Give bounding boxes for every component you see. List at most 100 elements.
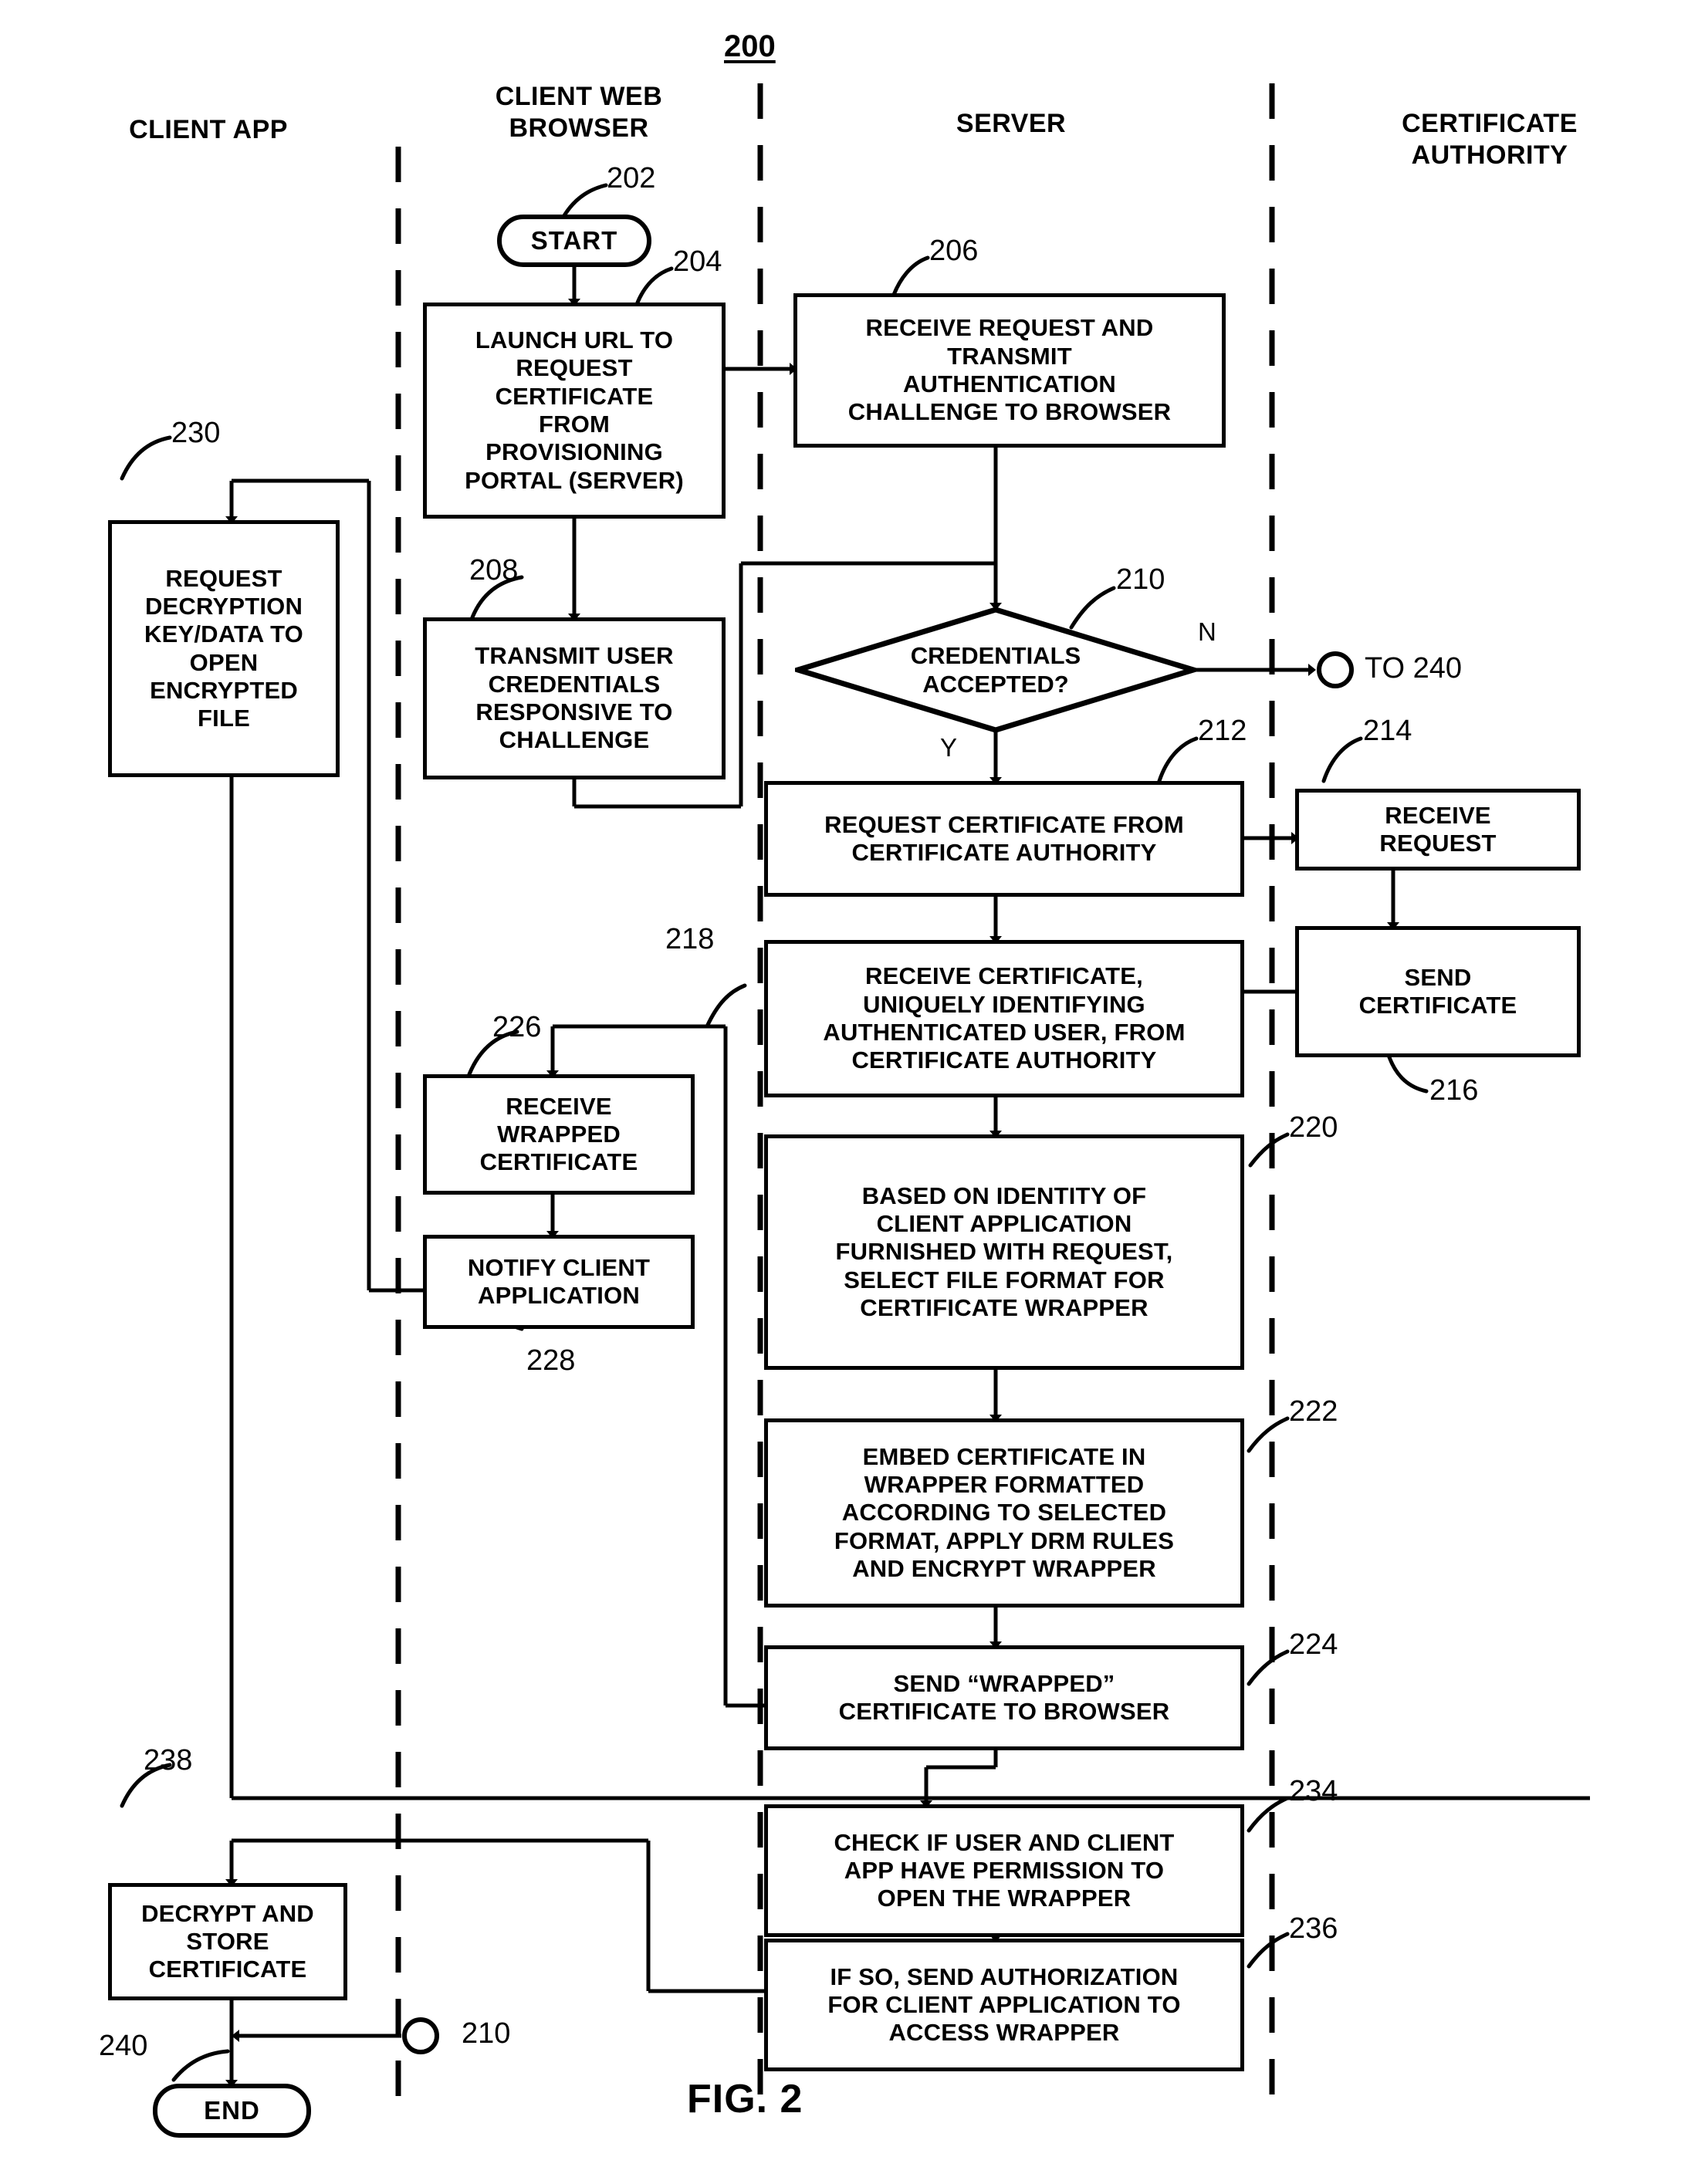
- node-end-240[interactable]: END: [153, 2084, 311, 2138]
- leader-222: [1247, 1416, 1290, 1453]
- branch-label-no: N: [1198, 617, 1216, 646]
- node-process-216[interactable]: SEND CERTIFICATE: [1295, 926, 1581, 1057]
- leader-lines: [120, 183, 1429, 2082]
- leader-230: [120, 435, 172, 481]
- node-process-226[interactable]: RECEIVE WRAPPED CERTIFICATE: [423, 1074, 695, 1195]
- node-process-220[interactable]: BASED ON IDENTITY OF CLIENT APPLICATION …: [764, 1134, 1244, 1370]
- node-220-line2: CLIENT APPLICATION: [876, 1210, 1132, 1238]
- node-208-line3: RESPONSIVE TO: [475, 698, 673, 725]
- node-220-line1: BASED ON IDENTITY OF: [861, 1182, 1147, 1209]
- node-220-line4: SELECT FILE FORMAT FOR: [844, 1266, 1165, 1293]
- edge-224-234: [920, 1750, 998, 1808]
- node-216-line2: CERTIFICATE: [1358, 992, 1517, 1019]
- leader-218: [705, 983, 747, 1029]
- node-206-line1: RECEIVE REQUEST AND: [865, 314, 1154, 342]
- offpage-connector-to-240: [1317, 651, 1354, 688]
- refnum-236: 236: [1289, 1912, 1338, 1945]
- node-222-line2: WRAPPER FORMATTED: [864, 1471, 1145, 1499]
- refnum-220: 220: [1289, 1111, 1338, 1144]
- node-204-line3: CERTIFICATE: [495, 382, 654, 410]
- node-224-line1: SEND “WRAPPED”: [893, 1669, 1115, 1697]
- leader-216: [1387, 1055, 1429, 1094]
- node-216-line1: SEND: [1404, 963, 1472, 991]
- node-process-206[interactable]: RECEIVE REQUEST AND TRANSMIT AUTHENTICAT…: [793, 293, 1226, 448]
- node-218-line1: RECEIVE CERTIFICATE,: [865, 962, 1143, 990]
- node-238-line3: CERTIFICATE: [148, 1956, 307, 1983]
- leader-240: [171, 2049, 230, 2082]
- node-206-line3: AUTHENTICATION: [902, 370, 1117, 397]
- refnum-230: 230: [171, 417, 221, 449]
- refnum-216: 216: [1429, 1074, 1479, 1107]
- node-212-line1: REQUEST CERTIFICATE FROM: [824, 810, 1184, 838]
- figure-canvas: 200 CLIENT APP CLIENT WEB BROWSER SERVER…: [0, 0, 1688, 2184]
- node-process-228[interactable]: NOTIFY CLIENT APPLICATION: [423, 1235, 695, 1329]
- node-226-line3: CERTIFICATE: [479, 1148, 638, 1176]
- refnum-208: 208: [469, 554, 519, 587]
- node-process-224[interactable]: SEND “WRAPPED” CERTIFICATE TO BROWSER: [764, 1645, 1244, 1750]
- node-228-line2: APPLICATION: [477, 1282, 640, 1309]
- node-220-line5: CERTIFICATE WRAPPER: [860, 1293, 1148, 1321]
- node-process-230[interactable]: REQUEST DECRYPTION KEY/DATA TO OPEN ENCR…: [108, 520, 340, 777]
- lane-header-ca-line1: CERTIFICATE: [1402, 109, 1578, 138]
- node-process-222[interactable]: EMBED CERTIFICATE IN WRAPPER FORMATTED A…: [764, 1418, 1244, 1608]
- node-234-line2: APP HAVE PERMISSION TO: [844, 1856, 1165, 1884]
- offpage-connector-from-210: [402, 2017, 439, 2054]
- node-process-234[interactable]: CHECK IF USER AND CLIENT APP HAVE PERMIS…: [764, 1804, 1244, 1937]
- leader-204: [635, 266, 674, 305]
- refnum-234: 234: [1289, 1775, 1338, 1807]
- figure-number-200: 200: [724, 29, 776, 63]
- node-238-line1: DECRYPT AND: [141, 1899, 314, 1927]
- node-228-line1: NOTIFY CLIENT: [467, 1253, 651, 1281]
- figure-caption: FIG. 2: [687, 2077, 803, 2121]
- node-process-214[interactable]: RECEIVE REQUEST: [1295, 789, 1581, 871]
- node-224-line2: CERTIFICATE TO BROWSER: [838, 1698, 1170, 1725]
- lane-header-client-web-browser-line1: CLIENT WEB: [495, 82, 663, 111]
- lane-header-server: SERVER: [956, 109, 1067, 138]
- node-206-line2: TRANSMIT: [947, 342, 1072, 370]
- lane-header-ca-line2: AUTHORITY: [1411, 140, 1568, 171]
- refnum-204: 204: [673, 245, 722, 278]
- lane-header-certificate-authority: CERTIFICATE AUTHORITY: [1312, 108, 1667, 172]
- node-214-line1: RECEIVE: [1385, 801, 1491, 829]
- lane-header-client-web-browser: CLIENT WEB BROWSER: [425, 81, 733, 145]
- node-process-238[interactable]: DECRYPT AND STORE CERTIFICATE: [108, 1883, 347, 2000]
- leader-236: [1247, 1932, 1290, 1969]
- refnum-210-top: 210: [1116, 563, 1165, 596]
- node-208-line1: TRANSMIT USER: [475, 642, 674, 670]
- node-238-line2: STORE: [186, 1927, 269, 1955]
- node-236-line2: FOR CLIENT APPLICATION TO: [827, 1990, 1181, 2018]
- refnum-238: 238: [144, 1744, 193, 1777]
- node-process-208[interactable]: TRANSMIT USER CREDENTIALS RESPONSIVE TO …: [423, 617, 726, 779]
- node-218-line3: AUTHENTICATED USER, FROM: [823, 1019, 1186, 1046]
- refnum-228: 228: [526, 1344, 576, 1377]
- connector-label-to-240: TO 240: [1365, 652, 1463, 685]
- node-process-236[interactable]: IF SO, SEND AUTHORIZATION FOR CLIENT APP…: [764, 1939, 1244, 2071]
- node-decision-210[interactable]: CREDENTIALS ACCEPTED?: [795, 607, 1196, 733]
- node-222-line1: EMBED CERTIFICATE IN: [862, 1442, 1146, 1470]
- node-204-line6: PORTAL (SERVER): [465, 466, 684, 494]
- node-process-218[interactable]: RECEIVE CERTIFICATE, UNIQUELY IDENTIFYIN…: [764, 940, 1244, 1097]
- refnum-206: 206: [929, 235, 979, 267]
- node-206-line4: CHALLENGE TO BROWSER: [847, 398, 1172, 426]
- node-218-line2: UNIQUELY IDENTIFYING: [863, 990, 1145, 1018]
- node-226-line1: RECEIVE: [506, 1092, 612, 1120]
- node-start-202[interactable]: START: [497, 215, 651, 267]
- node-236-line3: ACCESS WRAPPER: [888, 2019, 1120, 2047]
- node-208-line2: CREDENTIALS: [488, 670, 661, 698]
- node-process-204[interactable]: LAUNCH URL TO REQUEST CERTIFICATE FROM P…: [423, 303, 726, 519]
- node-234-line1: CHECK IF USER AND CLIENT: [834, 1828, 1175, 1856]
- node-204-line4: FROM: [538, 411, 611, 438]
- node-230-line1: REQUEST: [165, 564, 282, 592]
- node-process-212[interactable]: REQUEST CERTIFICATE FROM CERTIFICATE AUT…: [764, 781, 1244, 897]
- node-208-line4: CHALLENGE: [499, 726, 650, 754]
- refnum-202: 202: [607, 162, 656, 194]
- leader-224: [1247, 1649, 1290, 1686]
- refnum-218: 218: [665, 923, 715, 955]
- node-204-line2: REQUEST: [516, 354, 633, 382]
- leader-214: [1321, 736, 1363, 783]
- node-230-line4: OPEN: [189, 648, 259, 676]
- node-218-line4: CERTIFICATE AUTHORITY: [851, 1046, 1157, 1074]
- lane-header-client-app: CLIENT APP: [129, 115, 288, 144]
- leader-212: [1157, 736, 1199, 783]
- refnum-226: 226: [492, 1011, 542, 1043]
